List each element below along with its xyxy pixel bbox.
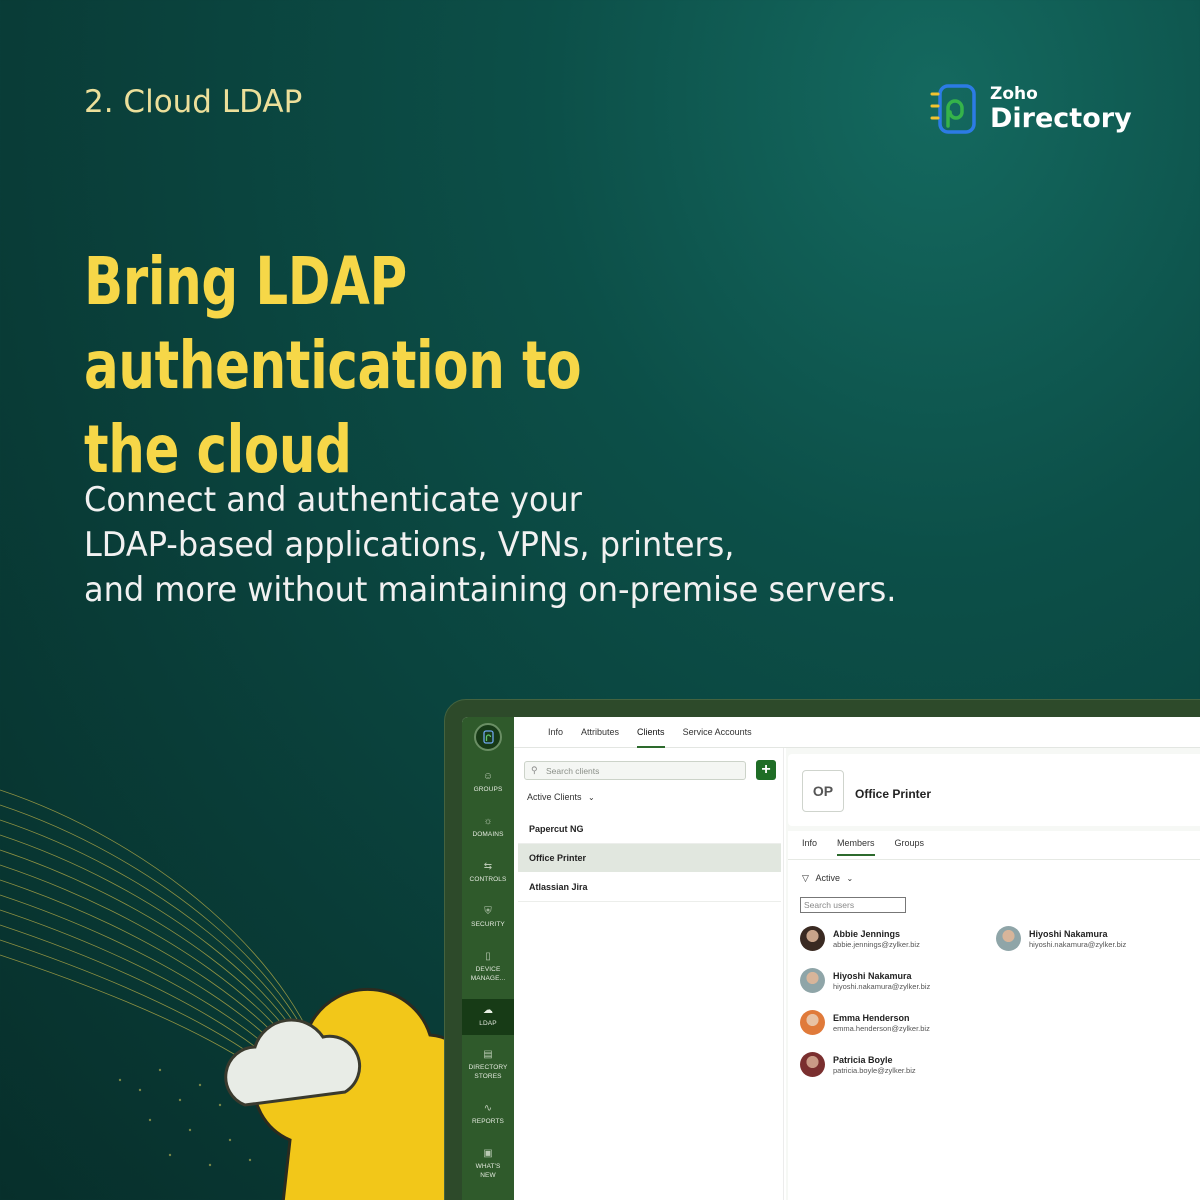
device-frame: ☺ GROUPS ☼ DOMAINS ⇆ CONTROLS ⛨ SECURITY ▯ DE…: [444, 699, 1200, 1200]
member-email: emma.henderson@zylker.biz: [833, 1023, 930, 1033]
member-item[interactable]: Abbie Jennings abbie.jennings@zylker.biz: [800, 926, 920, 951]
chevron-down-icon: ⌄: [588, 793, 595, 802]
client-header: OP Office Printer: [788, 754, 1200, 826]
sidebar-item-label: WHAT'S NEW: [475, 1163, 501, 1179]
sidebar: ☺ GROUPS ☼ DOMAINS ⇆ CONTROLS ⛨ SECURITY ▯ DE…: [462, 717, 514, 1200]
app-window: ☺ GROUPS ☼ DOMAINS ⇆ CONTROLS ⛨ SECURITY ▯ DE…: [462, 717, 1200, 1200]
chevron-down-icon: ⌄: [846, 874, 854, 883]
divider: [518, 901, 781, 902]
divider: [788, 859, 1200, 860]
search-users-input[interactable]: Search users: [800, 897, 906, 913]
detail-tab-groups[interactable]: Groups: [895, 838, 925, 856]
member-item[interactable]: Hiyoshi Nakamura hiyoshi.nakamura@zylker.…: [996, 926, 1126, 951]
section-label: 2. Cloud LDAP: [84, 84, 303, 120]
logo-big-text: Directory: [990, 103, 1132, 134]
client-name: Office Printer: [855, 787, 932, 801]
avatar: [800, 968, 825, 993]
member-status-filter[interactable]: ▽ Active ⌄: [802, 873, 853, 884]
member-email: hiyoshi.nakamura@zylker.biz: [1029, 939, 1127, 949]
directory-store-icon: ▤: [483, 1049, 493, 1060]
sidebar-item-label: LDAP: [479, 1020, 497, 1027]
member-email: hiyoshi.nakamura@zylker.biz: [833, 981, 931, 991]
detail-tab-info[interactable]: Info: [802, 838, 817, 856]
sidebar-item-directory-stores[interactable]: ▤ DIRECTORY STORES: [462, 1043, 514, 1097]
reports-icon: ∿: [483, 1103, 493, 1114]
member-item[interactable]: Emma Henderson emma.henderson@zylker.biz: [800, 1010, 930, 1035]
filter-label: Active Clients: [527, 792, 582, 802]
directory-logo-icon: [930, 84, 976, 134]
top-tabs: Info Attributes Clients Service Accounts: [514, 717, 1200, 748]
client-detail: OP Office Printer Info Members Groups ▽ …: [786, 748, 1200, 1200]
member-name: Hiyoshi Nakamura: [1029, 928, 1108, 939]
sidebar-item-label: GROUPS: [473, 786, 503, 793]
tab-clients[interactable]: Clients: [637, 717, 665, 748]
shield-icon: ⛨: [484, 906, 492, 917]
sidebar-item-groups[interactable]: ☺ GROUPS: [462, 765, 514, 810]
search-icon: ⚲: [531, 765, 538, 775]
sidebar-item-device-management[interactable]: ▯ DEVICE MANAGE...: [462, 945, 514, 999]
search-clients-placeholder: Search clients: [546, 766, 600, 776]
member-item[interactable]: Hiyoshi Nakamura hiyoshi.nakamura@zylker.…: [800, 968, 930, 993]
tab-info[interactable]: Info: [548, 717, 563, 748]
subtext: Connect and authenticate your LDAP-based…: [84, 478, 986, 613]
sidebar-item-whats-new[interactable]: ▣ WHAT'S NEW: [462, 1142, 514, 1187]
clients-pane: ⚲ Search clients + Active Clients ⌄ Pape…: [514, 748, 784, 1200]
detail-tabs: Info Members Groups: [802, 838, 944, 856]
avatar: [800, 1010, 825, 1035]
sidebar-item-label: CONTROLS: [469, 876, 507, 883]
avatar: [996, 926, 1021, 951]
sidebar-item-label: SECURITY: [471, 921, 505, 928]
member-name: Hiyoshi Nakamura: [833, 970, 912, 981]
members-panel: Info Members Groups ▽ Active ⌄ Search us…: [788, 831, 1200, 1200]
member-name: Abbie Jennings: [833, 928, 901, 939]
tab-service-accounts[interactable]: Service Accounts: [683, 717, 752, 748]
cloud-illustration: [0, 789, 470, 1200]
headline: Bring LDAP authentication to the cloud: [84, 240, 786, 492]
member-filter-label: Active: [815, 873, 840, 883]
search-clients-input[interactable]: ⚲ Search clients: [524, 761, 746, 780]
member-item[interactable]: Patricia Boyle patricia.boyle@zylker.biz: [800, 1052, 916, 1077]
subtext-line-3: and more without maintaining on-premise …: [84, 570, 897, 610]
sidebar-item-label: REPORTS: [471, 1118, 504, 1125]
client-item-atlassian-jira[interactable]: Atlassian Jira: [518, 873, 781, 901]
app-logo-icon[interactable]: [474, 723, 502, 751]
device-icon: ▯: [485, 951, 491, 962]
groups-icon: ☺: [482, 771, 494, 782]
logo-small-text: Zoho: [990, 84, 1038, 104]
sidebar-item-reports[interactable]: ∿ REPORTS: [462, 1097, 514, 1142]
client-item-office-printer[interactable]: Office Printer: [518, 844, 781, 872]
tab-attributes[interactable]: Attributes: [581, 717, 619, 748]
member-email: abbie.jennings@zylker.biz: [833, 939, 920, 949]
gift-icon: ▣: [483, 1148, 493, 1159]
headline-line-1: Bring LDAP authentication to: [84, 243, 582, 404]
sidebar-item-domains[interactable]: ☼ DOMAINS: [462, 810, 514, 855]
detail-tab-members[interactable]: Members: [837, 838, 875, 856]
active-clients-filter[interactable]: Active Clients ⌄: [527, 792, 595, 802]
sidebar-item-controls[interactable]: ⇆ CONTROLS: [462, 855, 514, 900]
sidebar-item-label: DEVICE MANAGE...: [470, 966, 506, 982]
add-client-button[interactable]: +: [756, 760, 776, 780]
sidebar-item-label: DOMAINS: [472, 831, 504, 838]
sidebar-item-ldap[interactable]: ☁ LDAP: [462, 999, 514, 1035]
avatar: [800, 926, 825, 951]
member-email: patricia.boyle@zylker.biz: [833, 1065, 916, 1075]
sidebar-item-security[interactable]: ⛨ SECURITY: [462, 900, 514, 945]
subtext-line-1: Connect and authenticate your: [84, 480, 582, 520]
subtext-line-2: LDAP-based applications, VPNs, printers,: [84, 525, 735, 565]
client-initials-badge: OP: [802, 770, 844, 812]
avatar: [800, 1052, 825, 1077]
member-name: Patricia Boyle: [833, 1054, 893, 1065]
sidebar-item-label: DIRECTORY STORES: [468, 1064, 508, 1080]
cloud-icon: ☁: [483, 1005, 493, 1016]
main-content: Info Attributes Clients Service Accounts…: [514, 717, 1200, 1200]
filter-icon: ▽: [802, 873, 809, 883]
client-item-papercut[interactable]: Papercut NG: [518, 815, 781, 843]
zoho-directory-logo: Zoho Directory: [928, 82, 1132, 136]
member-name: Emma Henderson: [833, 1012, 910, 1023]
controls-icon: ⇆: [483, 861, 493, 872]
globe-icon: ☼: [483, 816, 493, 827]
